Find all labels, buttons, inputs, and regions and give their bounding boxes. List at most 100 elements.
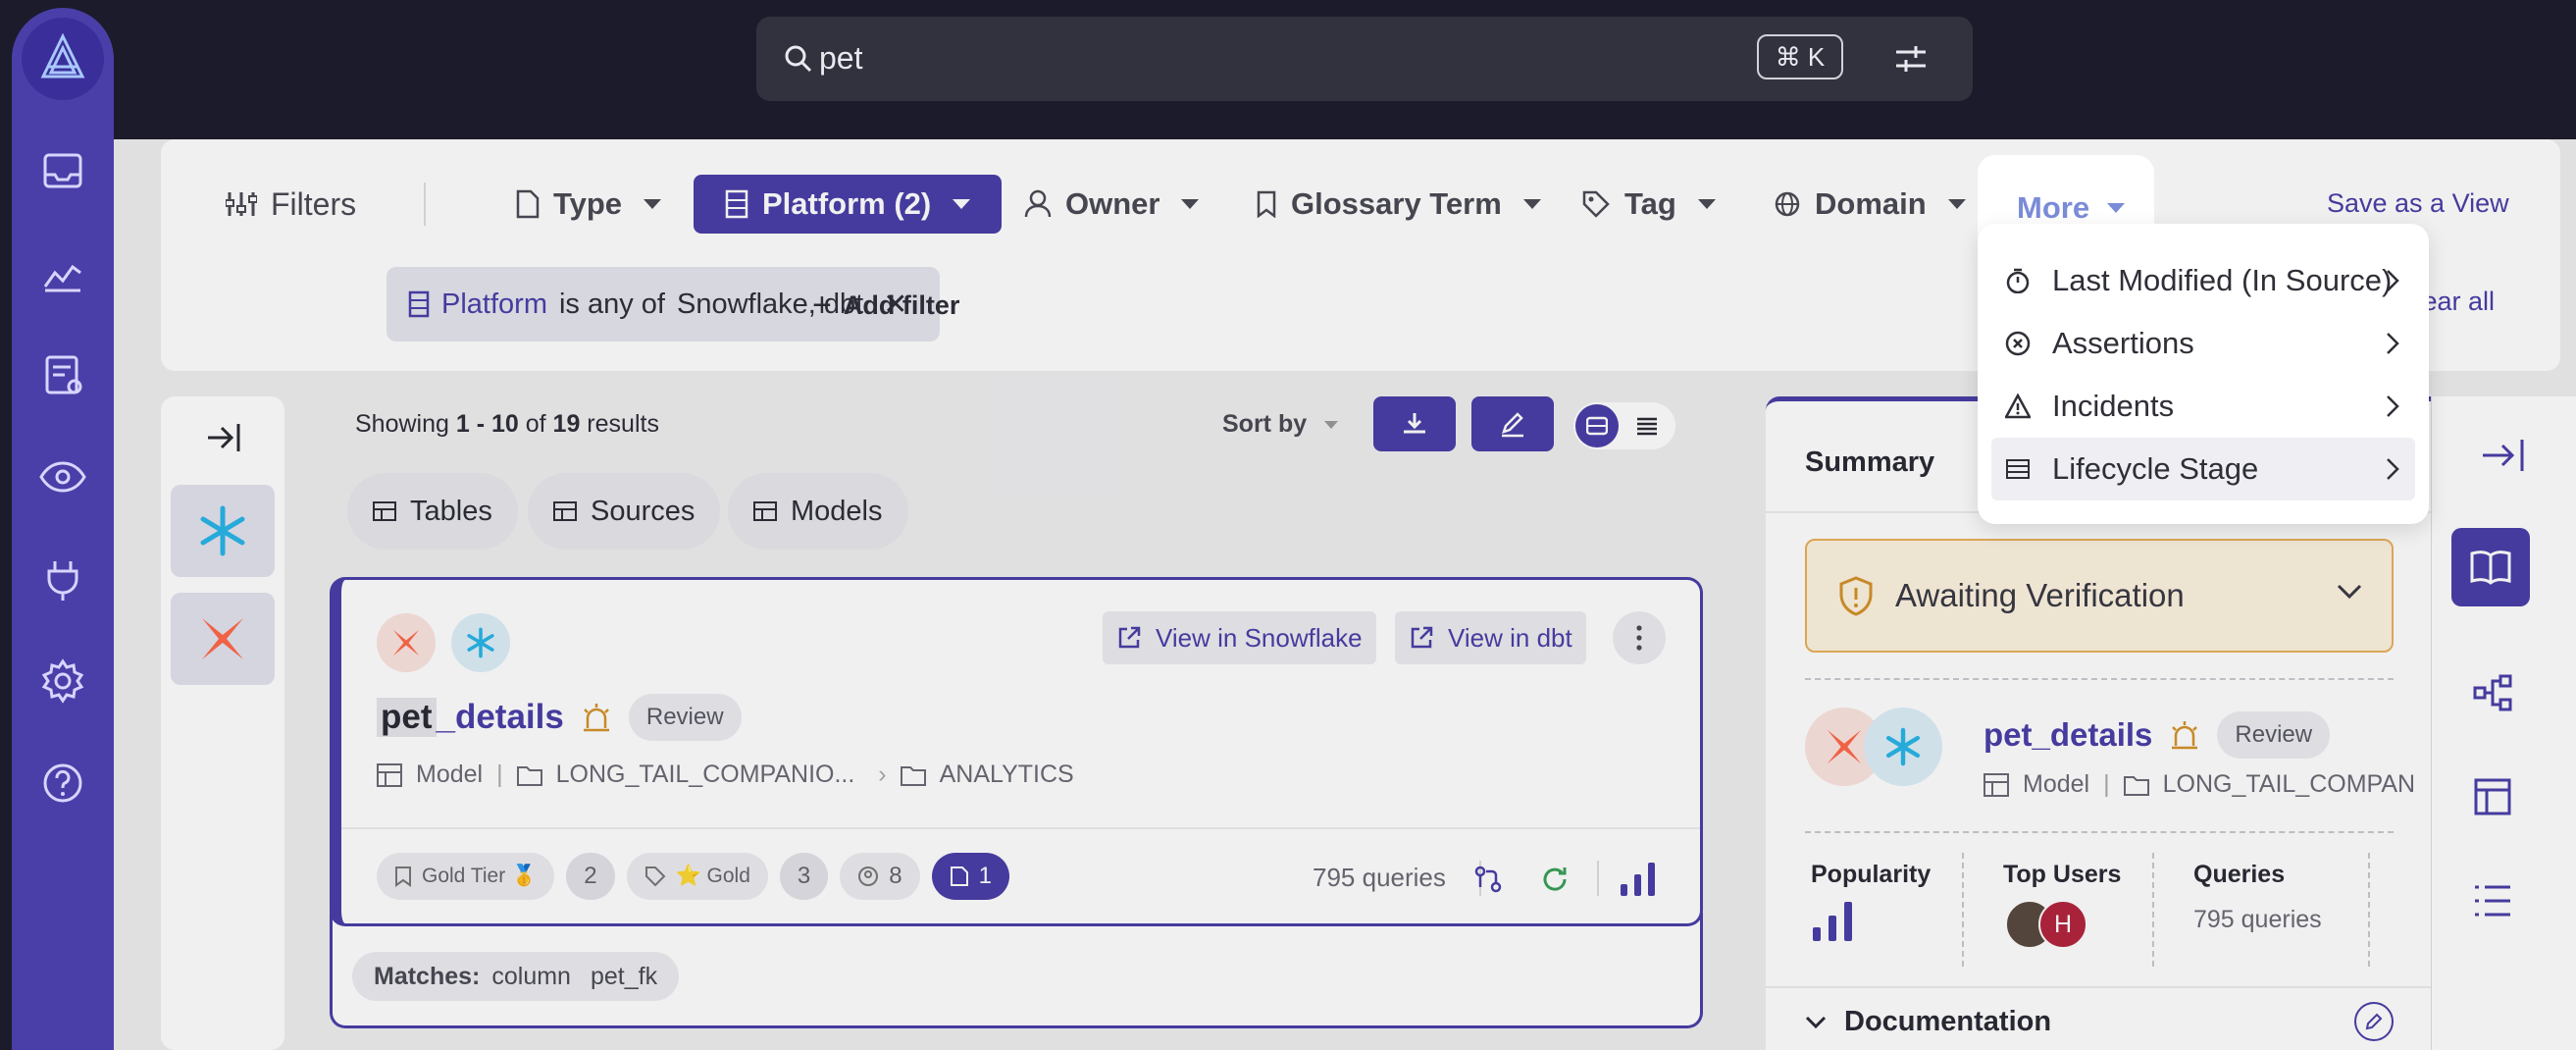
- summary-path: Model | LONG_TAIL_COMPAN: [1984, 770, 2435, 799]
- bookmark-icon: [395, 866, 411, 887]
- more-actions-button[interactable]: [1613, 611, 1666, 664]
- tab-tables[interactable]: Tables: [347, 473, 518, 550]
- card-view-toggle[interactable]: [1575, 404, 1619, 447]
- entity-type: Model: [416, 761, 484, 788]
- list-view-icon[interactable]: [1636, 415, 1658, 437]
- menu-item-assertions-label: Assertions: [2052, 326, 2194, 360]
- card-view-icon: [1586, 416, 1608, 436]
- sort-by-dropdown[interactable]: Sort by: [1222, 410, 1339, 439]
- users-chip[interactable]: 8: [840, 853, 920, 900]
- pencil-icon: [1502, 412, 1523, 438]
- sliders-icon[interactable]: [1894, 42, 1928, 76]
- popularity-bars-icon: [1813, 902, 1852, 941]
- chevron-down-icon: [2337, 584, 2362, 600]
- filters-icon: [226, 192, 257, 216]
- tab-models[interactable]: Models: [728, 473, 908, 550]
- results-suffix: results: [580, 410, 659, 438]
- analytics-icon[interactable]: [37, 247, 88, 298]
- summary-title: Summary: [1805, 446, 1935, 478]
- view-in-dbt-button[interactable]: View in dbt: [1395, 611, 1586, 664]
- snowflake-logo: [1864, 708, 1942, 786]
- filter-owner[interactable]: Owner: [1024, 175, 1200, 234]
- result-card[interactable]: View in Snowflake View in dbt pet _detail…: [330, 577, 1703, 926]
- snowflake-icon: [200, 505, 245, 556]
- filter-glossary[interactable]: Glossary Term: [1256, 175, 1541, 234]
- collapse-panel-icon[interactable]: [2481, 436, 2526, 475]
- plus-icon: +: [812, 287, 832, 324]
- lineage-icon[interactable]: [1473, 865, 1503, 894]
- list-icon[interactable]: [2473, 881, 2512, 920]
- filter-type[interactable]: Type: [516, 175, 662, 234]
- folder-icon: [516, 765, 542, 786]
- entity-name[interactable]: pet _details Review: [377, 694, 742, 741]
- verification-banner[interactable]: Awaiting Verification: [1805, 539, 2394, 653]
- summary-name: pet_details: [1984, 716, 2153, 753]
- entity-path-database[interactable]: LONG_TAIL_COMPANIO...: [556, 761, 855, 789]
- gear-icon[interactable]: [37, 656, 88, 707]
- edit-button[interactable]: [1471, 396, 1554, 451]
- help-icon[interactable]: [37, 758, 88, 809]
- filters-toggle[interactable]: Filters: [226, 175, 356, 234]
- tab-sources[interactable]: Sources: [528, 473, 721, 550]
- view-in-dbt-label: View in dbt: [1448, 622, 1572, 653]
- schema-icon[interactable]: [2473, 777, 2512, 816]
- filter-domain[interactable]: Domain: [1774, 175, 1966, 234]
- global-search[interactable]: pet ⌘ K: [756, 17, 1973, 101]
- sidebar-tab-docs[interactable]: [2451, 528, 2530, 606]
- filter-tag[interactable]: Tag: [1581, 175, 1716, 234]
- globe-icon: [1775, 191, 1800, 217]
- lineage-tree-icon[interactable]: [2473, 673, 2512, 712]
- menu-item-incidents[interactable]: Incidents: [1991, 375, 2415, 438]
- verification-status: Awaiting Verification: [1895, 577, 2185, 613]
- filter-owner-label: Owner: [1065, 186, 1160, 221]
- eye-icon[interactable]: [37, 451, 88, 502]
- menu-item-last-modified[interactable]: Last Modified (In Source): [1991, 249, 2415, 312]
- menu-item-assertions[interactable]: Assertions: [1991, 312, 2415, 375]
- snowflake-icon: [467, 627, 494, 658]
- plug-icon[interactable]: [37, 553, 88, 604]
- filter-platform[interactable]: Platform (2): [694, 175, 1003, 234]
- filter-platform-label: Platform (2): [762, 186, 932, 221]
- gold-tag-chip[interactable]: ⭐ Gold: [626, 853, 768, 900]
- logo[interactable]: [22, 18, 104, 100]
- avatar-initial[interactable]: H: [2038, 900, 2087, 949]
- divider: [2152, 853, 2154, 967]
- search-input[interactable]: pet: [819, 40, 862, 77]
- documentation-section-header[interactable]: Documentation: [1805, 1006, 2051, 1038]
- governance-icon[interactable]: [37, 349, 88, 400]
- filter-tag-label: Tag: [1624, 186, 1676, 221]
- add-filter-button[interactable]: + Add filter: [812, 287, 959, 325]
- download-button[interactable]: [1373, 396, 1456, 451]
- entity-path-schema[interactable]: ANALYTICS: [940, 761, 1074, 789]
- docs-chip[interactable]: 1: [931, 853, 1009, 900]
- view-in-snowflake-button[interactable]: View in Snowflake: [1103, 611, 1376, 664]
- inbox-icon[interactable]: [37, 145, 88, 196]
- entity-name-rest: _details: [436, 698, 564, 736]
- save-as-view-link[interactable]: Save as a View: [2327, 188, 2509, 219]
- bookmark-icon: [1257, 190, 1276, 218]
- menu-item-lifecycle-stage[interactable]: Lifecycle Stage: [1991, 438, 2415, 500]
- divider: [1962, 853, 1964, 967]
- expand-panel-icon[interactable]: [204, 418, 243, 457]
- table-icon: [725, 189, 748, 219]
- siren-icon: [583, 704, 609, 732]
- user-icon: [1024, 189, 1052, 218]
- gold-tag-label: ⭐ Gold: [675, 865, 750, 887]
- circle-x-icon: [2005, 331, 2031, 356]
- refresh-icon[interactable]: [1540, 865, 1570, 894]
- table-icon: [753, 501, 777, 521]
- filter-type-label: Type: [553, 186, 623, 221]
- chevron-down-icon: [1324, 420, 1339, 429]
- platform-snowflake[interactable]: [171, 485, 275, 577]
- gold-tier-chip[interactable]: Gold Tier 🥇: [377, 853, 555, 900]
- summary-path-database[interactable]: LONG_TAIL_COMPAN: [2163, 770, 2415, 799]
- summary-entity-name[interactable]: pet_details Review: [1984, 711, 2331, 759]
- chevron-down-icon: [1805, 1016, 1827, 1028]
- filters-label: Filters: [271, 185, 357, 222]
- search-shortcut: ⌘ K: [1757, 34, 1843, 79]
- table-icon: [377, 762, 402, 787]
- platform-dbt[interactable]: [171, 593, 275, 685]
- stopwatch-icon: [2006, 268, 2030, 293]
- edit-documentation-button[interactable]: [2354, 1002, 2394, 1041]
- dbt-icon: [202, 618, 243, 659]
